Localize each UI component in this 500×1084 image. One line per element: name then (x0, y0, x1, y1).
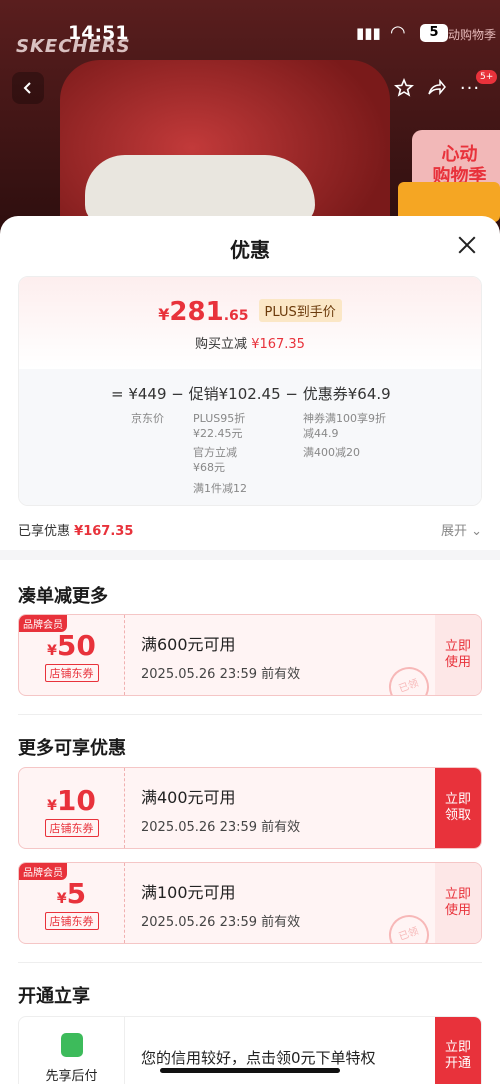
member-tag: 品牌会员 (19, 615, 67, 632)
expand-button[interactable]: 展开 ⌄ (441, 520, 482, 539)
coupon-expiry: 2025.05.26 23:59 前有效 (141, 667, 301, 682)
status-bar: 14:51 ▮▮▮ ◠ 5 动购物季 (0, 22, 500, 48)
enjoyed-value: ¥167.35 (74, 524, 134, 539)
coupon-type: 店铺东券 (44, 664, 99, 682)
price-breakdown: = ¥449 − 促销¥102.45 − 优惠券¥64.9 京东价 PLUS95… (19, 369, 481, 505)
chevron-down-icon: ⌄ (471, 524, 482, 539)
back-arrow-icon (23, 82, 31, 94)
discount-sheet: 优惠 ¥281.65 PLUS到手价 购买立减 ¥167.35 = ¥449 −… (0, 216, 500, 1084)
section-more-offers: 更多可享优惠 (18, 738, 126, 759)
jd-price-label: 京东价 (131, 412, 164, 425)
section-more-orders: 凑单减更多 (18, 586, 108, 607)
promo-item: 满1件减12 (193, 482, 247, 495)
home-indicator (160, 1068, 340, 1073)
wifi-icon: ◠ (390, 22, 406, 43)
coupon-expiry: 2025.05.26 23:59 前有效 (141, 820, 301, 835)
currency-symbol: ¥ (47, 643, 57, 659)
status-time: 14:51 (68, 22, 129, 44)
coupon-amount: 5 (66, 877, 87, 910)
expand-label: 展开 (440, 524, 467, 539)
coupon-expiry: 2025.05.26 23:59 前有效 (141, 915, 301, 930)
message-badge: 5+ (476, 70, 498, 84)
use-coupon-button[interactable]: 立即 使用 (435, 615, 481, 695)
product-toolbar: ··· (0, 72, 500, 106)
pay-later-text: 您的信用较好，点击领0元下单特权 (141, 1049, 376, 1067)
favorite-button[interactable] (388, 72, 420, 104)
claimed-stamp: 已领 (383, 661, 435, 695)
coupon-condition: 满600元可用 (141, 635, 236, 654)
promo-item: PLUS95折 ¥22.45元 (193, 412, 246, 440)
enjoyed-label: 已享优惠 (18, 524, 71, 539)
divider (18, 962, 482, 963)
coupon-type: 店铺东券 (44, 819, 99, 837)
enjoyed-discount: 已享优惠 ¥167.35 (18, 520, 133, 539)
share-button[interactable] (420, 72, 452, 104)
claim-coupon-button[interactable]: 立即 领取 (435, 768, 481, 848)
close-icon[interactable] (456, 234, 478, 256)
coupon-amount: 10 (56, 784, 96, 817)
member-tag: 品牌会员 (19, 863, 67, 880)
coupon-card: 品牌会员 ¥5 店铺东券 满100元可用 2025.05.26 23:59 前有… (18, 862, 482, 944)
sheet-title: 优惠 (230, 238, 270, 262)
instant-discount: 购买立减 ¥167.35 (19, 333, 481, 352)
sneaker-image (85, 155, 315, 225)
currency-symbol: ¥ (56, 891, 67, 907)
coupon-type: 店铺东券 (44, 912, 99, 930)
coupon-item: 满400减20 (303, 446, 360, 459)
price-decimal: .65 (223, 308, 249, 324)
instant-discount-value: ¥167.35 (251, 337, 305, 352)
price-formula: = ¥449 − 促销¥102.45 − 优惠券¥64.9 (111, 385, 391, 403)
battery-icon: 5 (420, 24, 448, 42)
coupon-condition: 满100元可用 (141, 883, 236, 902)
shopping-bag-icon (60, 1033, 83, 1057)
section-open: 开通立享 (18, 986, 90, 1007)
currency-symbol: ¥ (158, 305, 170, 324)
pay-later-card: 先享后付 您的信用较好，点击领0元下单特权 立即 开通 (18, 1016, 482, 1084)
promo-item: 官方立减 ¥68元 (193, 446, 237, 474)
divider (18, 714, 482, 715)
star-icon (394, 78, 414, 97)
claimed-stamp: 已领 (383, 909, 435, 943)
final-price: ¥281.65 PLUS到手价 (19, 297, 481, 327)
price-integer: 281 (169, 297, 224, 327)
activate-button[interactable]: 立即 开通 (435, 1017, 481, 1084)
share-icon (428, 78, 446, 96)
back-button[interactable] (12, 72, 44, 104)
pay-later-label: 先享后付 (45, 1069, 98, 1084)
signal-icon: ▮▮▮ (356, 24, 381, 42)
coupon-card: 品牌会员 ¥50 店铺东券 满600元可用 2025.05.26 23:59 前… (18, 614, 482, 696)
coupon-card: ¥10 店铺东券 满400元可用 2025.05.26 23:59 前有效 立即… (18, 767, 482, 849)
coupon-condition: 满400元可用 (141, 788, 236, 807)
instant-discount-label: 购买立减 (195, 337, 248, 352)
plus-price-tag: PLUS到手价 (258, 299, 342, 322)
status-promo-text: 动购物季 (448, 28, 497, 42)
use-coupon-button[interactable]: 立即 使用 (435, 863, 481, 943)
coupon-amount: 50 (56, 629, 96, 662)
currency-symbol: ¥ (47, 798, 57, 814)
coupon-item: 神券满100享9折 减44.9 (303, 412, 386, 440)
price-summary-card: ¥281.65 PLUS到手价 购买立减 ¥167.35 = ¥449 − 促销… (18, 276, 482, 506)
section-gap (0, 550, 500, 560)
